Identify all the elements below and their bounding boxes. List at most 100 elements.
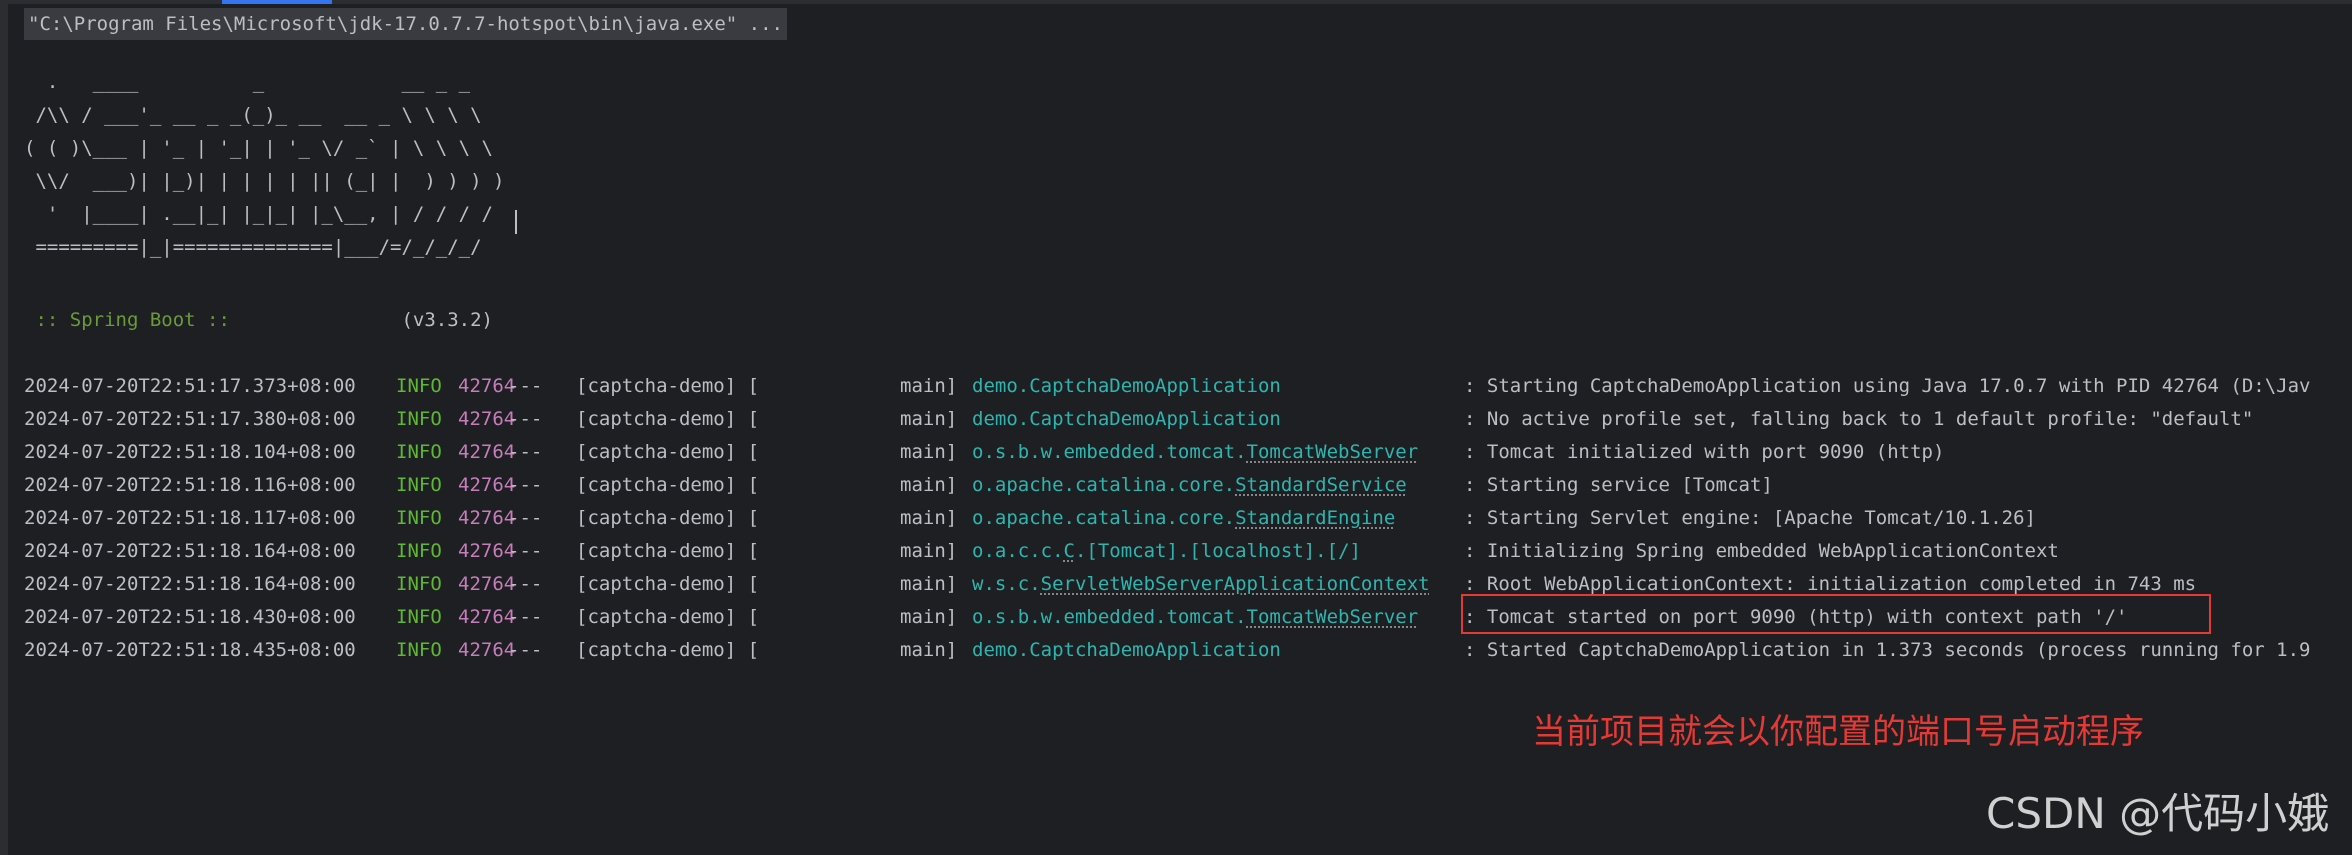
log-message: : Tomcat initialized with port 9090 (htt… xyxy=(1464,441,1945,463)
logger-package: o.a.c.c. xyxy=(972,540,1064,562)
log-separator: --- xyxy=(508,474,543,496)
log-logger[interactable]: o.apache.catalina.core.StandardEngine xyxy=(972,502,1395,535)
log-message: : Starting CaptchaDemoApplication using … xyxy=(1464,375,2311,397)
banner-line: \\/ ___)| |_)| | | | | || (_| | ) ) ) ) xyxy=(24,170,505,192)
log-app-name: [captcha-demo] [ xyxy=(576,474,760,496)
logger-class-link: CaptchaDemoApplication xyxy=(1029,408,1281,430)
banner-line: =========|_|==============|___/=/_/_/_/ xyxy=(24,236,482,258)
log-separator: --- xyxy=(508,507,543,529)
log-separator: --- xyxy=(508,375,543,397)
banner-line: ' |____| .__|_| |_|_| |_\__, | / / / / xyxy=(24,203,493,225)
log-message: : Starting service [Tomcat] xyxy=(1464,474,1773,496)
log-separator: --- xyxy=(508,540,543,562)
log-app-name: [captcha-demo] [ xyxy=(576,573,760,595)
logger-package: demo. xyxy=(972,375,1030,397)
console-gutter xyxy=(0,0,8,855)
spring-banner: . ____ _ __ _ _ /\\ / ___'_ __ _ _(_)_ _… xyxy=(24,66,504,264)
logger-class-link[interactable]: TomcatWebServer xyxy=(1247,606,1419,628)
banner-line: /\\ / ___'_ __ _ _(_)_ __ __ _ \ \ \ \ xyxy=(24,104,482,126)
log-level: INFO xyxy=(396,408,442,430)
log-logger[interactable]: o.apache.catalina.core.StandardService xyxy=(972,469,1407,502)
log-logger[interactable]: demo.CaptchaDemoApplication xyxy=(972,370,1281,403)
log-pid: 42764 xyxy=(458,606,516,628)
logger-package: o.apache.catalina.core. xyxy=(972,474,1236,496)
log-row: 2024-07-20T22:51:17.373+08:00 INFO 42764 --… xyxy=(24,370,2344,403)
log-row: 2024-07-20T22:51:18.116+08:00 INFO 42764 --… xyxy=(24,469,2344,502)
log-level: INFO xyxy=(396,375,442,397)
log-app-name: [captcha-demo] [ xyxy=(576,639,760,661)
log-timestamp: 2024-07-20T22:51:17.373+08:00 xyxy=(24,375,356,397)
log-pid: 42764 xyxy=(458,573,516,595)
log-app-name: [captcha-demo] [ xyxy=(576,441,760,463)
log-logger[interactable]: o.s.b.w.embedded.tomcat.TomcatWebServer xyxy=(972,601,1418,634)
log-thread: main] xyxy=(900,606,958,628)
spring-boot-version: (v3.3.2) xyxy=(241,309,494,331)
log-separator: --- xyxy=(508,606,543,628)
log-row: 2024-07-20T22:51:18.435+08:00 INFO 42764 --… xyxy=(24,634,2344,667)
log-timestamp: 2024-07-20T22:51:18.104+08:00 xyxy=(24,441,356,463)
log-thread: main] xyxy=(900,507,958,529)
log-row: 2024-07-20T22:51:18.117+08:00 INFO 42764 --… xyxy=(24,502,2344,535)
log-separator: --- xyxy=(508,408,543,430)
log-app-name: [captcha-demo] [ xyxy=(576,540,760,562)
log-app-name: [captcha-demo] [ xyxy=(576,507,760,529)
log-thread: main] xyxy=(900,408,958,430)
log-level: INFO xyxy=(396,606,442,628)
log-app-name: [captcha-demo] [ xyxy=(576,375,760,397)
active-tab-indicator xyxy=(222,0,332,4)
log-row: 2024-07-20T22:51:18.164+08:00 INFO 42764 --… xyxy=(24,535,2344,568)
log-thread: main] xyxy=(900,540,958,562)
log-pid: 42764 xyxy=(458,507,516,529)
log-pid: 42764 xyxy=(458,441,516,463)
log-app-name: [captcha-demo] [ xyxy=(576,606,760,628)
log-separator: --- xyxy=(508,441,543,463)
log-level: INFO xyxy=(396,639,442,661)
log-logger[interactable]: o.s.b.w.embedded.tomcat.TomcatWebServer xyxy=(972,436,1418,469)
log-logger[interactable]: o.a.c.c.C.[Tomcat].[localhost].[/] xyxy=(972,535,1361,568)
banner-line: ( ( )\___ | '_ | '_| | '_ \/ _` | \ \ \ … xyxy=(24,137,493,159)
log-thread: main] xyxy=(900,375,958,397)
log-level: INFO xyxy=(396,507,442,529)
log-level: INFO xyxy=(396,474,442,496)
log-thread: main] xyxy=(900,573,958,595)
spring-boot-label: :: Spring Boot :: xyxy=(24,309,242,331)
log-logger[interactable]: w.s.c.ServletWebServerApplicationContext xyxy=(972,568,1430,601)
csdn-watermark: CSDN @代码小娥 xyxy=(1986,789,2330,838)
log-thread: main] xyxy=(900,474,958,496)
log-message: : Started CaptchaDemoApplication in 1.37… xyxy=(1464,639,2311,661)
spring-boot-version-line: :: Spring Boot :: (v3.3.2) xyxy=(24,304,493,337)
console-top-border xyxy=(0,0,2352,4)
log-timestamp: 2024-07-20T22:51:18.164+08:00 xyxy=(24,540,356,562)
log-app-name: [captcha-demo] [ xyxy=(576,408,760,430)
java-command-line[interactable]: "C:\Program Files\Microsoft\jdk-17.0.7.7… xyxy=(24,8,787,40)
logger-class-link: CaptchaDemoApplication xyxy=(1029,639,1281,661)
log-thread: main] xyxy=(900,639,958,661)
log-logger[interactable]: demo.CaptchaDemoApplication xyxy=(972,634,1281,667)
log-message: : Initializing Spring embedded WebApplic… xyxy=(1464,540,2059,562)
log-timestamp: 2024-07-20T22:51:18.435+08:00 xyxy=(24,639,356,661)
log-pid: 42764 xyxy=(458,474,516,496)
logger-package: o.s.b.w.embedded.tomcat. xyxy=(972,606,1247,628)
log-level: INFO xyxy=(396,540,442,562)
logger-suffix: .[Tomcat].[localhost].[/] xyxy=(1074,540,1361,562)
logger-class-link[interactable]: StandardEngine xyxy=(1235,507,1395,529)
log-timestamp: 2024-07-20T22:51:18.117+08:00 xyxy=(24,507,356,529)
logger-class-link[interactable]: C xyxy=(1064,540,1075,562)
logger-package: demo. xyxy=(972,408,1030,430)
logger-class-link[interactable]: ServletWebServerApplicationContext xyxy=(1041,573,1430,595)
log-timestamp: 2024-07-20T22:51:18.164+08:00 xyxy=(24,573,356,595)
log-pid: 42764 xyxy=(458,639,516,661)
logger-class-link[interactable]: TomcatWebServer xyxy=(1247,441,1419,463)
log-logger[interactable]: demo.CaptchaDemoApplication xyxy=(972,403,1281,436)
logger-package: o.s.b.w.embedded.tomcat. xyxy=(972,441,1247,463)
log-level: INFO xyxy=(396,441,442,463)
log-pid: 42764 xyxy=(458,540,516,562)
log-row: 2024-07-20T22:51:17.380+08:00 INFO 42764 --… xyxy=(24,403,2344,436)
logger-package: o.apache.catalina.core. xyxy=(972,507,1236,529)
log-separator: --- xyxy=(508,639,543,661)
logger-class-link[interactable]: StandardService xyxy=(1235,474,1407,496)
logger-package: w.s.c. xyxy=(972,573,1041,595)
log-pid: 42764 xyxy=(458,375,516,397)
logger-package: demo. xyxy=(972,639,1030,661)
log-separator: --- xyxy=(508,573,543,595)
